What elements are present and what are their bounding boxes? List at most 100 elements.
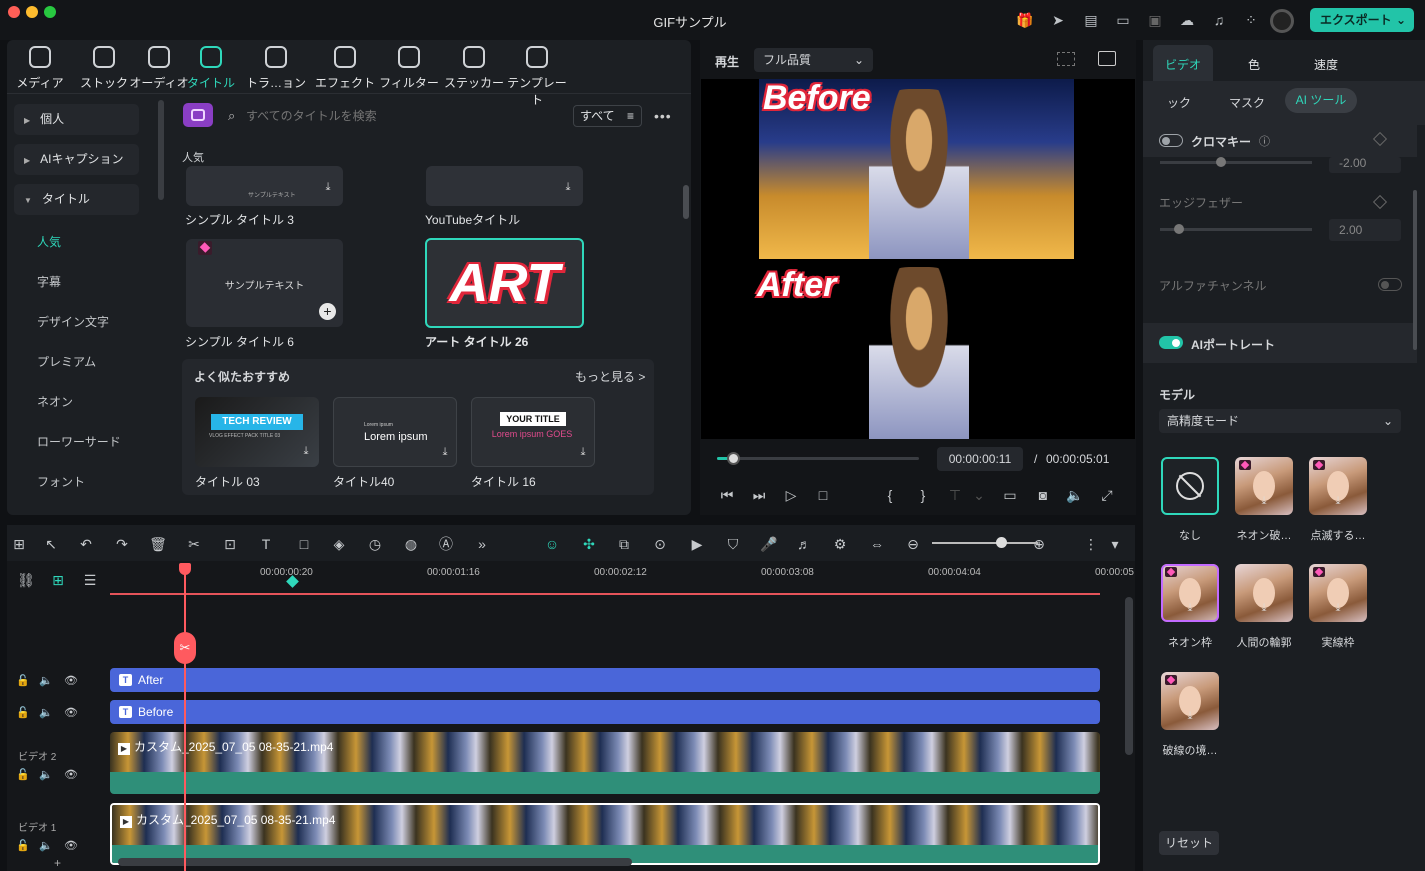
effect-thumbnail[interactable]: ⤓ xyxy=(1309,564,1367,622)
fullscreen-icon[interactable]: ⤢ xyxy=(1098,486,1116,504)
effect-thumbnail[interactable]: ⤓ xyxy=(1235,564,1293,622)
chevron-down-icon[interactable]: ▾ xyxy=(1106,535,1124,553)
stop-icon[interactable]: □ xyxy=(814,486,832,504)
subtab-mask[interactable]: マスク xyxy=(1229,94,1265,111)
tab-media[interactable]: メディア xyxy=(8,46,72,91)
sidebar-category[interactable]: ▶ 個人 xyxy=(14,104,139,135)
ai-portrait-toggle[interactable] xyxy=(1159,336,1183,349)
clip-settings-icon[interactable]: ⚙ xyxy=(831,535,849,553)
effect-thumbnail[interactable]: ⤓ xyxy=(1161,672,1219,730)
play-icon[interactable]: ▷ xyxy=(782,486,800,504)
screen-icon[interactable]: ▭ xyxy=(1114,11,1132,29)
filter-dropdown[interactable]: すべて ≡ xyxy=(573,105,642,127)
lock-icon[interactable]: 🔓 xyxy=(16,674,30,687)
tab-video[interactable]: ビデオ xyxy=(1153,51,1213,79)
ai-mask-icon[interactable]: ◈ xyxy=(330,535,348,553)
mark-out-icon[interactable]: } xyxy=(914,486,932,504)
grid-view-icon[interactable] xyxy=(1057,52,1075,66)
effect-thumbnail[interactable]: ⤓ xyxy=(1161,564,1219,622)
sidebar-scrollbar[interactable] xyxy=(158,100,164,200)
ai-copilot-icon[interactable]: Ⓐ xyxy=(437,535,455,553)
title-card[interactable]: サンプルテキスト ⤓ xyxy=(186,166,343,206)
current-time[interactable]: 00:00:00:11 xyxy=(937,447,1023,471)
lock-icon[interactable]: 🔓 xyxy=(16,706,30,719)
layout-icon[interactable]: ⋮ xyxy=(1082,535,1100,553)
magnet-icon[interactable]: ⊞ xyxy=(49,571,67,589)
lock-icon[interactable]: 🔓 xyxy=(16,839,30,852)
recommend-card[interactable]: Lorem ipsum Lorem ipsum ⤓ xyxy=(333,397,457,467)
cut-icon[interactable]: ✂ xyxy=(185,535,203,553)
search-input[interactable] xyxy=(246,105,546,127)
tab-color[interactable]: 色 xyxy=(1228,51,1280,79)
download-icon[interactable]: ⤓ xyxy=(1330,602,1346,618)
more-tools-icon[interactable]: » xyxy=(473,535,491,553)
recommend-card[interactable]: TECH REVIEW VLOG EFFECT PACK TITLE 03 ⤓ xyxy=(195,397,319,467)
see-more-link[interactable]: もっと見る > xyxy=(575,368,645,385)
chroma-value[interactable]: -2.00 xyxy=(1329,157,1401,173)
help-icon[interactable]: ⓘ xyxy=(1259,133,1270,149)
sidebar-item[interactable]: デザイン文字 xyxy=(37,313,109,330)
prev-frame-icon[interactable]: ⏮ xyxy=(718,486,736,504)
display-icon[interactable]: ▭ xyxy=(1001,486,1019,504)
more-options-icon[interactable]: ••• xyxy=(654,108,672,124)
recommend-card[interactable]: YOUR TITLE Lorem ipsum GOES ⤓ xyxy=(471,397,595,467)
video-clip[interactable]: ▶ カスタム_2025_07_05 08-35-21.mp4 xyxy=(110,803,1100,865)
reset-button[interactable]: リセット xyxy=(1159,831,1219,855)
next-frame-icon[interactable]: ⏭ xyxy=(750,486,768,504)
tab-sticker[interactable]: ステッカー xyxy=(442,46,506,91)
timeline-hscrollbar[interactable] xyxy=(118,858,632,866)
track-settings-icon[interactable]: ☰ xyxy=(81,571,99,589)
add-track-icon[interactable]: + xyxy=(54,856,61,870)
before-caption[interactable]: Before xyxy=(763,79,871,118)
edge-feather-slider[interactable] xyxy=(1160,224,1312,234)
zoom-out-icon[interactable]: ⊖ xyxy=(904,535,922,553)
download-icon[interactable]: ⤓ xyxy=(575,446,591,462)
content-scrollbar[interactable] xyxy=(683,185,689,219)
music-icon[interactable]: ♬ xyxy=(795,535,813,553)
download-icon[interactable]: ⤓ xyxy=(320,181,336,197)
undo-icon[interactable]: ↶ xyxy=(77,535,95,553)
chroma-toggle[interactable] xyxy=(1159,134,1183,147)
mic-icon[interactable]: 🎤 xyxy=(760,535,778,553)
sidebar-item[interactable]: 字幕 xyxy=(37,273,61,290)
volume-icon[interactable]: 🔈 xyxy=(39,706,53,719)
quality-dropdown[interactable]: フル品質 ⌄ xyxy=(754,48,873,72)
render-icon[interactable]: ▶ xyxy=(688,535,706,553)
chevron-down-icon[interactable]: ⌄ xyxy=(970,486,988,504)
title-clip[interactable]: T After xyxy=(110,668,1100,692)
tab-transition[interactable]: トラ…ョン xyxy=(244,46,308,91)
snapshot-view-icon[interactable] xyxy=(1098,51,1116,66)
playhead[interactable] xyxy=(184,568,186,871)
download-icon[interactable]: ⤓ xyxy=(1256,495,1272,511)
eye-icon[interactable]: 👁 xyxy=(64,706,78,719)
alpha-channel-toggle[interactable] xyxy=(1378,278,1402,291)
preview-canvas[interactable]: Before After xyxy=(701,79,1135,439)
tab-filter[interactable]: フィルター xyxy=(377,46,441,91)
export-button[interactable]: エクスポート ⌄ xyxy=(1310,8,1414,32)
fit-icon[interactable]: ⇔ xyxy=(868,535,886,553)
effect-thumbnail[interactable]: ⤓ xyxy=(1235,457,1293,515)
snap-icon[interactable]: ✣ xyxy=(580,535,598,553)
send-icon[interactable]: ➤ xyxy=(1049,11,1067,29)
crop-icon[interactable]: ⊡ xyxy=(221,535,239,553)
lock-icon[interactable]: 🔓 xyxy=(16,768,30,781)
headset-icon[interactable]: ♫ xyxy=(1210,11,1228,29)
title-card[interactable]: サンプルテキスト + xyxy=(186,239,343,327)
delete-icon[interactable]: 🗑 xyxy=(149,535,167,553)
link-icon[interactable]: ⛓ xyxy=(17,571,35,589)
sidebar-item[interactable]: フォント xyxy=(37,473,85,490)
ai-title-button[interactable] xyxy=(183,103,213,127)
zoom-in-icon[interactable]: ⊕ xyxy=(1030,535,1048,553)
title-card-selected[interactable]: ART xyxy=(425,238,584,328)
volume-icon[interactable]: 🔈 xyxy=(39,839,53,852)
color-icon[interactable]: ◍ xyxy=(402,535,420,553)
tab-title[interactable]: タイトル xyxy=(179,46,243,91)
gift-icon[interactable]: 🎁 xyxy=(1016,11,1034,29)
after-caption[interactable]: After xyxy=(757,266,836,305)
redo-icon[interactable]: ↷ xyxy=(113,535,131,553)
download-icon[interactable]: ⤓ xyxy=(560,181,576,197)
notes-icon[interactable]: ▤ xyxy=(1082,11,1100,29)
title-card[interactable]: ⤓ xyxy=(426,166,583,206)
subtab-ai-tools[interactable]: AI ツール xyxy=(1285,88,1357,113)
properties-scrollbar[interactable] xyxy=(1413,190,1417,350)
